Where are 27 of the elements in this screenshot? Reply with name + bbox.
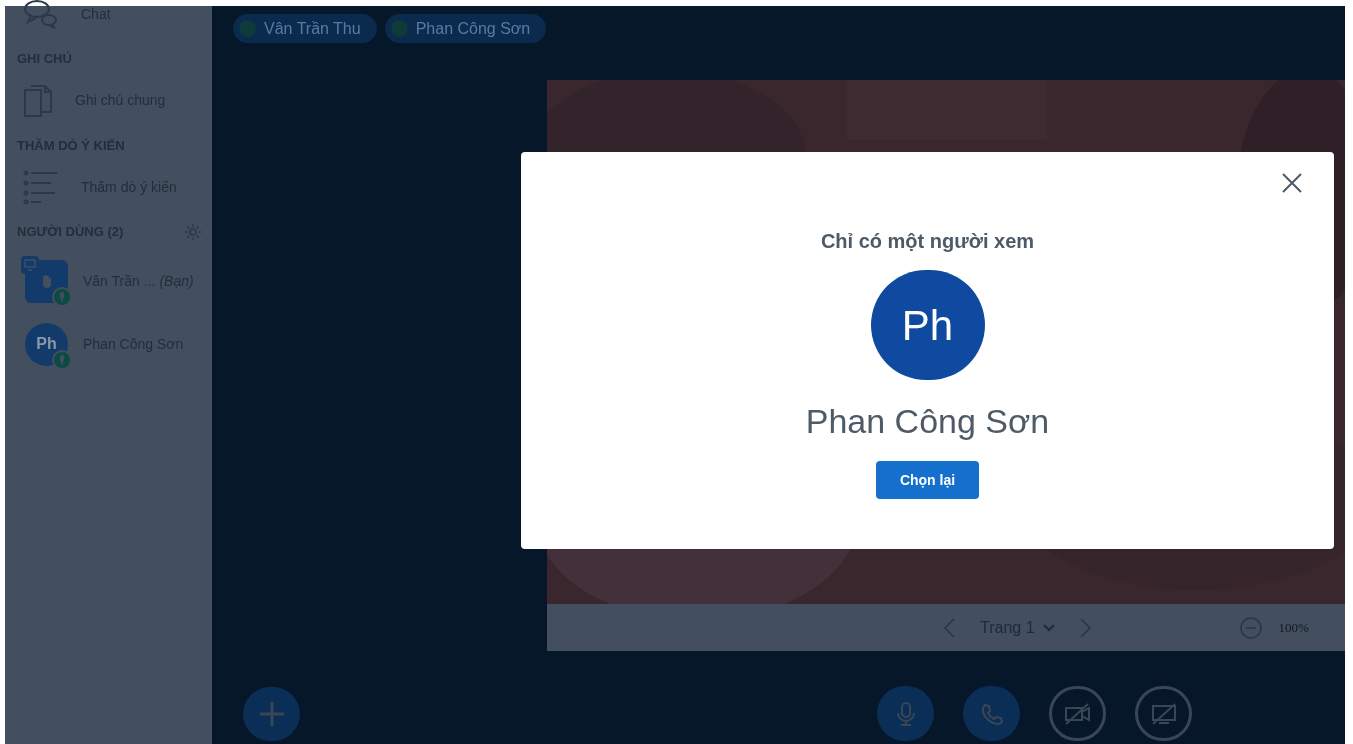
next-icon[interactable] <box>1078 616 1093 639</box>
microphone-icon <box>52 349 72 370</box>
monitor-icon <box>21 255 39 274</box>
user-name: Phan Công Sơn <box>805 401 1050 442</box>
user-avatar: Ph <box>870 270 985 380</box>
settings-icon[interactable] <box>184 222 202 241</box>
documents-icon <box>23 83 53 118</box>
video-off-icon <box>1063 701 1092 726</box>
modal-title: Chỉ có một người xem <box>820 229 1035 254</box>
screen-off-icon <box>1149 701 1178 726</box>
previous-icon[interactable] <box>942 616 956 639</box>
microphone-icon <box>52 286 72 307</box>
control-button[interactable] <box>963 686 1020 741</box>
talker-pill: Phan Công Sơn <box>384 14 547 43</box>
zoom-out-icon[interactable] <box>1238 615 1263 640</box>
control-button[interactable] <box>1135 686 1192 741</box>
choose-again-button[interactable]: Chọn lại <box>876 461 979 499</box>
zoom-level: 100% <box>1278 618 1309 637</box>
phone-icon <box>979 701 1004 726</box>
talker-pill: Vân Trần Thu <box>233 14 377 43</box>
control-button[interactable] <box>1049 686 1106 741</box>
close-icon[interactable] <box>1281 172 1303 194</box>
list-icon <box>23 170 59 204</box>
plus-icon <box>258 701 285 727</box>
chat-icon <box>23 0 59 30</box>
add-button[interactable] <box>243 687 300 741</box>
chevron-down-icon <box>1042 623 1055 632</box>
